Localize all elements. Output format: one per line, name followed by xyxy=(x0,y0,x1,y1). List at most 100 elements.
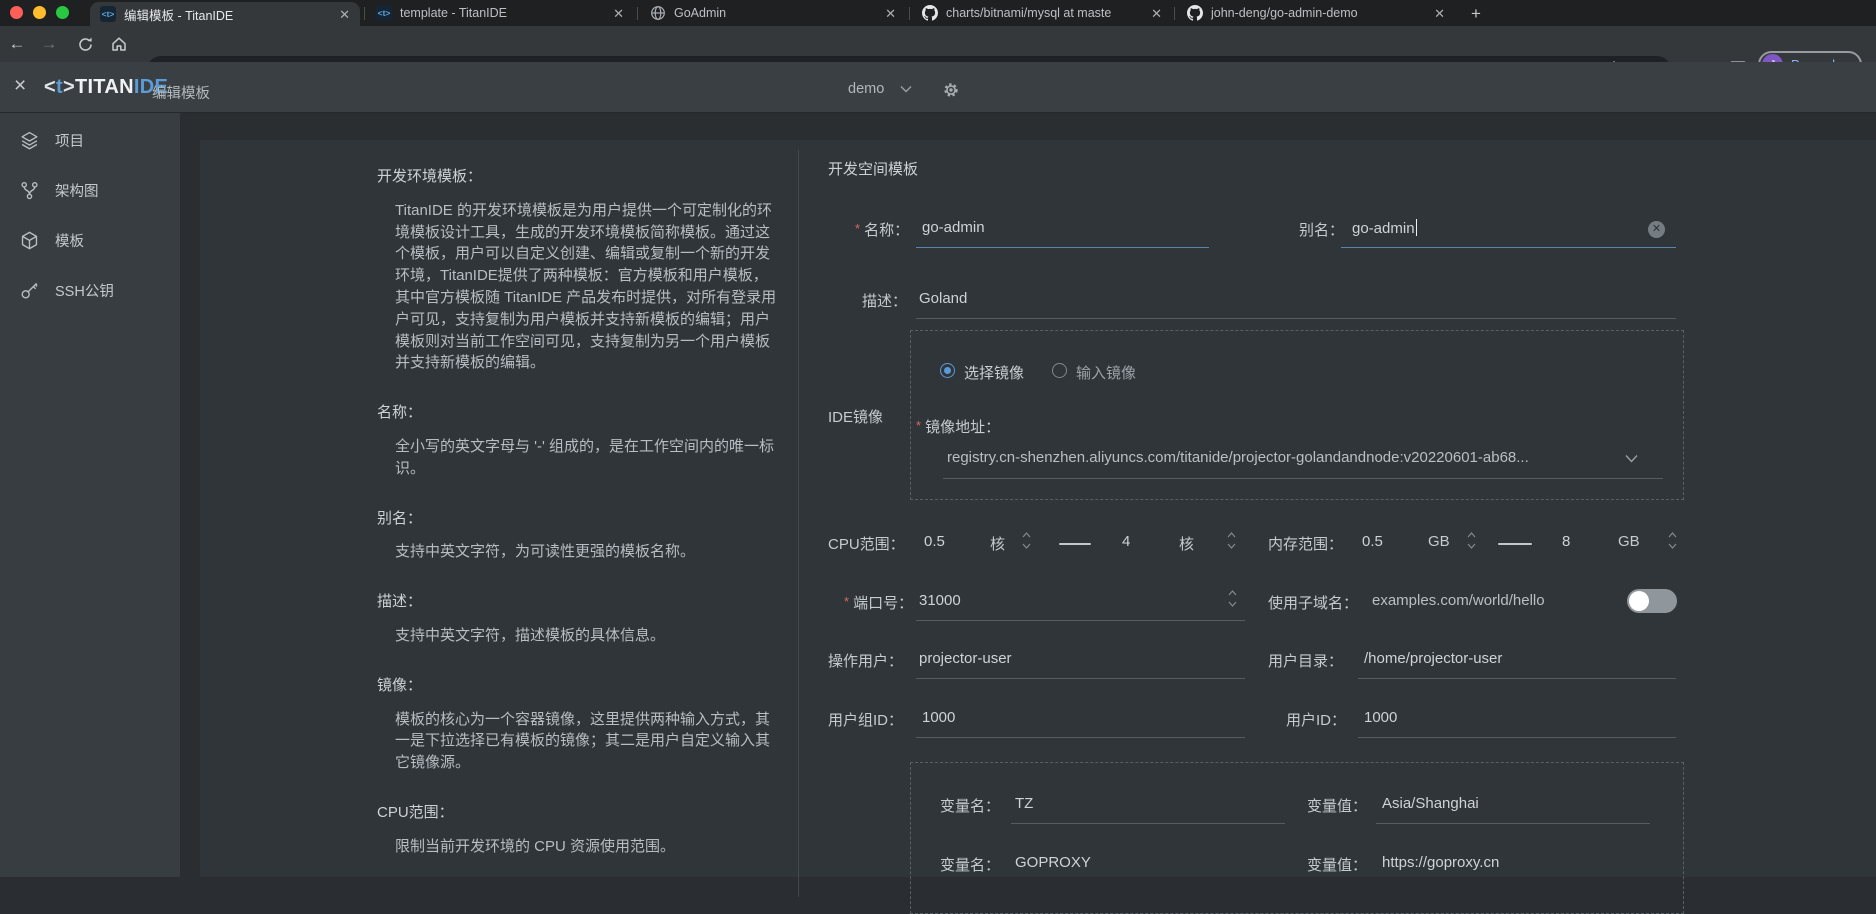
cpu-max-unit: 核 xyxy=(1179,533,1194,554)
alias-label: 别名： xyxy=(1299,219,1344,240)
browser-toolbar: ← → demo.titanide.cn/ide/web/workspace/t… xyxy=(0,26,1876,62)
ide-image-group xyxy=(910,330,1684,500)
chevron-down-icon xyxy=(900,85,912,93)
memory-max-stepper[interactable] xyxy=(1668,532,1677,549)
tab-title: 编辑模板 - TitanIDE xyxy=(124,5,331,24)
memory-min-input[interactable]: 0.5 xyxy=(1362,533,1383,550)
doc-body: 模板的核心为一个容器镜像，这里提供两种输入方式，其一是下拉选择已有模板的镜像；其… xyxy=(395,709,777,774)
settings-gear-icon[interactable] xyxy=(942,81,960,99)
radio-input-image-label[interactable]: 输入镜像 xyxy=(1076,362,1136,383)
subdomain-toggle[interactable] xyxy=(1627,589,1677,613)
cpu-min-stepper[interactable] xyxy=(1022,532,1031,549)
description-input[interactable]: Goland xyxy=(919,290,967,307)
cpu-max-stepper[interactable] xyxy=(1227,532,1236,549)
image-address-label: 镜像地址： xyxy=(916,416,1000,437)
window-zoom-button[interactable] xyxy=(56,6,69,19)
home-button[interactable] xyxy=(104,26,134,62)
browser-tab-2[interactable]: <t> template - TitanIDE ✕ xyxy=(366,0,634,26)
port-stepper[interactable] xyxy=(1228,590,1237,607)
sidebar-item-architecture[interactable]: 架构图 xyxy=(0,165,180,215)
alias-clear-icon[interactable]: ✕ xyxy=(1648,221,1665,238)
tab-close-icon[interactable]: ✕ xyxy=(1151,7,1162,20)
cpu-range-label: CPU范围： xyxy=(828,533,905,554)
user-dir-label: 用户目录： xyxy=(1268,650,1343,671)
doc-heading: 开发环境模板： xyxy=(377,166,777,188)
doc-heading: 描述： xyxy=(377,591,777,613)
op-user-input[interactable]: projector-user xyxy=(919,650,1012,667)
group-id-label: 用户组ID： xyxy=(828,709,903,730)
memory-range-label: 内存范围： xyxy=(1268,533,1343,554)
subdomain-label: 使用子域名： xyxy=(1268,592,1358,613)
architecture-branch-icon xyxy=(20,181,39,200)
variable-value-input[interactable]: Asia/Shanghai xyxy=(1382,795,1479,812)
forward-button[interactable]: → xyxy=(34,26,64,62)
variable-name-input[interactable]: TZ xyxy=(1015,795,1033,812)
alias-input[interactable]: go-admin xyxy=(1352,219,1417,237)
radio-select-image-label[interactable]: 选择镜像 xyxy=(964,362,1024,383)
workspace-selector[interactable]: demo xyxy=(848,81,912,97)
name-label: 名称： xyxy=(855,219,909,240)
op-user-label: 操作用户： xyxy=(828,650,903,671)
variable-name-label: 变量名： xyxy=(940,795,1000,816)
description-label: 描述： xyxy=(862,290,907,311)
tab-title: template - TitanIDE xyxy=(400,6,605,20)
sidebar-item-label: 项目 xyxy=(55,130,84,151)
variable-value-input[interactable]: https://goproxy.cn xyxy=(1382,854,1499,871)
cpu-max-input[interactable]: 4 xyxy=(1122,533,1130,550)
form-section-title: 开发空间模板 xyxy=(828,158,918,179)
back-button[interactable]: ← xyxy=(2,26,32,62)
template-docs: 开发环境模板： TitanIDE 的开发环境模板是为用户提供一个可定制化的环境模… xyxy=(377,166,777,858)
sidebar-item-ssh-keys[interactable]: SSH公钥 xyxy=(0,265,180,315)
doc-heading: CPU范围： xyxy=(377,802,777,824)
reload-button[interactable] xyxy=(70,26,100,62)
ssh-key-icon xyxy=(20,281,39,300)
browser-tab-1[interactable]: <t> 编辑模板 - TitanIDE ✕ xyxy=(90,2,360,26)
browser-tab-strip: <t> 编辑模板 - TitanIDE ✕ <t> template - Tit… xyxy=(0,0,1876,26)
image-address-select[interactable]: registry.cn-shenzhen.aliyuncs.com/titani… xyxy=(947,449,1529,466)
radio-select-image[interactable] xyxy=(940,363,955,378)
user-dir-input[interactable]: /home/projector-user xyxy=(1364,650,1502,667)
memory-max-input[interactable]: 8 xyxy=(1562,533,1570,550)
variable-name-input[interactable]: GOPROXY xyxy=(1015,854,1091,871)
new-tab-button[interactable]: + xyxy=(1464,2,1488,26)
sidebar-item-label: 架构图 xyxy=(55,180,99,201)
titanide-favicon: <t> xyxy=(100,6,116,22)
doc-body: 全小写的英文字母与 '-' 组成的，是在工作空间内的唯一标识。 xyxy=(395,436,777,480)
group-id-input[interactable]: 1000 xyxy=(922,709,955,726)
doc-heading: 名称： xyxy=(377,402,777,424)
titanide-favicon: <t> xyxy=(376,5,392,21)
user-id-input[interactable]: 1000 xyxy=(1364,709,1397,726)
memory-min-stepper[interactable] xyxy=(1467,532,1476,549)
doc-heading: 镜像： xyxy=(377,675,777,697)
cpu-min-input[interactable]: 0.5 xyxy=(924,533,945,550)
radio-input-image[interactable] xyxy=(1052,363,1067,378)
sidebar-item-templates[interactable]: 模板 xyxy=(0,215,180,265)
column-divider xyxy=(798,150,799,897)
tab-close-icon[interactable]: ✕ xyxy=(1434,7,1445,20)
tab-title: GoAdmin xyxy=(674,6,877,20)
cpu-min-unit: 核 xyxy=(990,533,1005,554)
tab-close-icon[interactable]: ✕ xyxy=(339,8,350,21)
cpu-range-dash xyxy=(1059,543,1091,545)
variable-name-label: 变量名： xyxy=(940,854,1000,875)
browser-tab-3[interactable]: GoAdmin ✕ xyxy=(640,0,906,26)
doc-body: 支持中英文字符，为可读性更强的模板名称。 xyxy=(395,541,777,563)
sidebar-item-projects[interactable]: 项目 xyxy=(0,115,180,165)
tab-close-icon[interactable]: ✕ xyxy=(613,7,624,20)
user-id-label: 用户ID： xyxy=(1286,709,1346,730)
tab-title: charts/bitnami/mysql at maste xyxy=(946,6,1143,20)
window-close-button[interactable] xyxy=(10,6,23,19)
subdomain-value: examples.com/world/hello xyxy=(1372,592,1545,609)
select-chevron-down-icon xyxy=(1625,454,1638,463)
name-input[interactable]: go-admin xyxy=(922,219,985,236)
app-close-icon[interactable]: × xyxy=(14,74,26,98)
doc-heading: 别名： xyxy=(377,508,777,530)
browser-tab-4[interactable]: charts/bitnami/mysql at maste ✕ xyxy=(912,0,1172,26)
projects-layers-icon xyxy=(20,131,39,150)
sidebar-item-label: 模板 xyxy=(55,230,84,251)
tab-close-icon[interactable]: ✕ xyxy=(885,7,896,20)
window-minimize-button[interactable] xyxy=(33,6,46,19)
port-input[interactable]: 31000 xyxy=(919,592,961,609)
browser-tab-5[interactable]: john-deng/go-admin-demo ✕ xyxy=(1177,0,1455,26)
doc-body: TitanIDE 的开发环境模板是为用户提供一个可定制化的环境模板设计工具，生成… xyxy=(395,200,777,374)
